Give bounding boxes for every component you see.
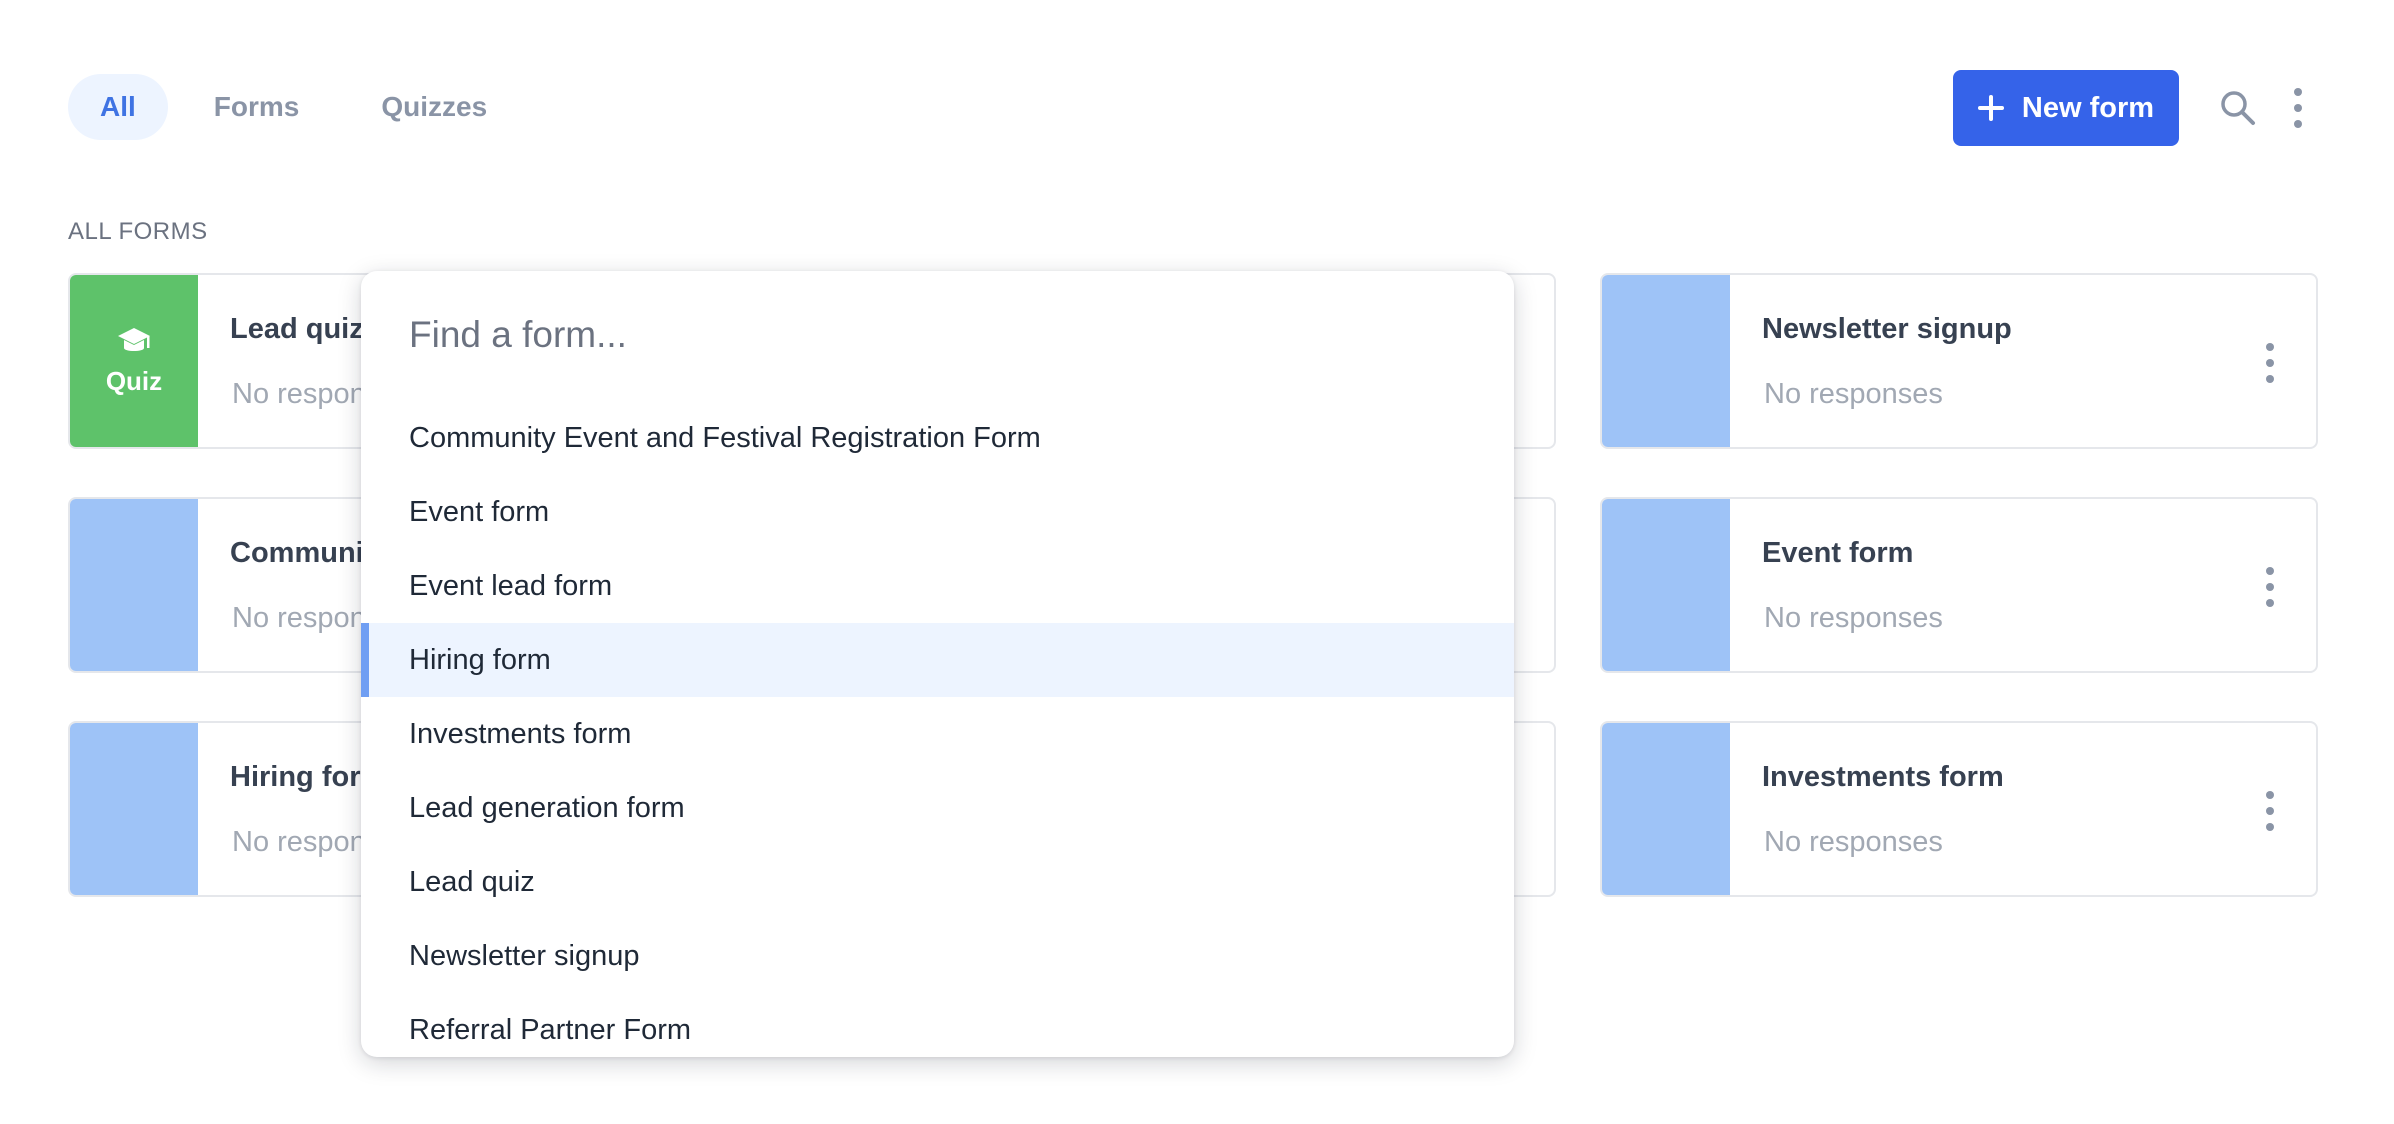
card-responses: No responses [1764, 826, 1943, 858]
card-responses: No respon [232, 378, 366, 410]
card-responses: No responses [1764, 602, 1943, 634]
form-thumbnail [70, 723, 198, 895]
form-thumbnail [1602, 275, 1730, 447]
card-title: Hiring forr [230, 761, 372, 793]
form-options-list: Community Event and Festival Registratio… [361, 401, 1514, 1057]
card-title: Lead quiz [230, 313, 364, 345]
form-option[interactable]: Lead generation form [361, 771, 1514, 845]
form-option-highlighted[interactable]: Hiring form [361, 623, 1514, 697]
find-form-input[interactable] [409, 305, 1409, 365]
form-option[interactable]: Community Event and Festival Registratio… [361, 401, 1514, 475]
form-thumbnail [1602, 499, 1730, 671]
form-card-event[interactable]: Event form No responses [1600, 497, 2318, 673]
form-option[interactable]: Lead quiz [361, 845, 1514, 919]
card-responses: No respon [232, 602, 366, 634]
form-card-investments[interactable]: Investments form No responses [1600, 721, 2318, 897]
card-menu-icon[interactable] [2262, 343, 2278, 383]
card-title: Communit [230, 537, 374, 569]
graduation-cap-icon [118, 327, 150, 351]
find-form-dropdown: Community Event and Festival Registratio… [361, 271, 1514, 1057]
more-vertical-icon[interactable] [2290, 88, 2306, 128]
form-option[interactable]: Event lead form [361, 549, 1514, 623]
form-option[interactable]: Newsletter signup [361, 919, 1514, 993]
tab-quizzes[interactable]: Quizzes [345, 74, 523, 140]
card-title: Investments form [1762, 761, 2004, 793]
form-card-newsletter[interactable]: Newsletter signup No responses [1600, 273, 2318, 449]
form-thumbnail [1602, 723, 1730, 895]
tab-forms[interactable]: Forms [178, 74, 336, 140]
tab-all[interactable]: All [68, 74, 168, 140]
quiz-thumbnail: Quiz [70, 275, 198, 447]
card-menu-icon[interactable] [2262, 791, 2278, 831]
new-form-button[interactable]: New form [1953, 70, 2179, 146]
plus-icon [1977, 95, 2004, 121]
section-title: ALL FORMS [68, 218, 208, 245]
card-menu-icon[interactable] [2262, 567, 2278, 607]
form-option[interactable]: Event form [361, 475, 1514, 549]
form-option[interactable]: Investments form [361, 697, 1514, 771]
card-title: Newsletter signup [1762, 313, 2012, 345]
form-option[interactable]: Referral Partner Form [361, 993, 1514, 1057]
quiz-label: Quiz [105, 365, 163, 396]
form-thumbnail [70, 499, 198, 671]
form-type-tabs: All Forms Quizzes [68, 74, 523, 140]
card-responses: No respon [232, 826, 366, 858]
card-title: Event form [1762, 537, 1914, 569]
new-form-label: New form [2021, 91, 2155, 124]
search-icon[interactable] [2218, 88, 2258, 128]
card-responses: No responses [1764, 378, 1943, 410]
